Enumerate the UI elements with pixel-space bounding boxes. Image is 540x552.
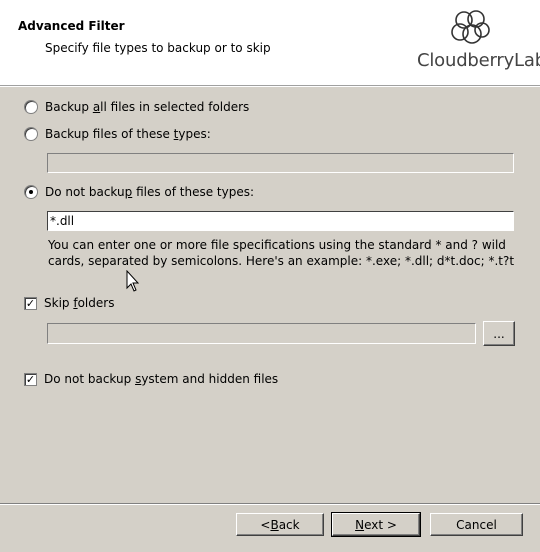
page-title: Advanced Filter xyxy=(18,19,125,33)
skip-folders-label: Skip folders xyxy=(44,296,115,310)
filetype-hint-text: You can enter one or more file specifica… xyxy=(48,238,515,268)
skip-folders-checkbox[interactable]: ✓ Skip folders xyxy=(24,296,114,310)
skip-types-field[interactable] xyxy=(47,211,514,231)
cloud-logo-icon xyxy=(451,10,490,44)
backup-all-label: Backup all files in selected folders xyxy=(45,100,250,114)
backup-types-field[interactable] xyxy=(47,153,514,173)
page-subtitle: Specify file types to backup or to skip xyxy=(45,41,271,55)
skip-types-radio[interactable]: Do not backup files of these types: xyxy=(24,185,254,199)
skip-system-files-checkbox[interactable]: ✓ Do not backup system and hidden files xyxy=(24,372,278,386)
back-button[interactable]: < Back xyxy=(236,513,324,536)
checkmark-icon[interactable]: ✓ xyxy=(24,296,37,310)
next-button[interactable]: Next > xyxy=(331,512,421,537)
radio-checked-icon[interactable] xyxy=(24,185,38,199)
mouse-cursor-icon xyxy=(126,270,140,292)
cancel-button[interactable]: Cancel xyxy=(430,513,523,536)
skip-types-label: Do not backup files of these types: xyxy=(45,185,255,199)
footer-divider xyxy=(0,503,540,505)
wizard-header: Advanced Filter Specify file types to ba… xyxy=(0,0,540,86)
checkmark-icon[interactable]: ✓ xyxy=(24,372,37,386)
browse-folders-button[interactable]: ... xyxy=(483,321,515,346)
radio-icon[interactable] xyxy=(24,100,38,114)
backup-types-radio[interactable]: Backup files of these types: xyxy=(24,127,211,141)
header-divider xyxy=(0,86,540,87)
logo-text: CloudberryLab xyxy=(417,50,540,71)
radio-icon[interactable] xyxy=(24,127,38,141)
cloudberry-logo: CloudberryLab xyxy=(412,8,540,78)
skip-types-input[interactable] xyxy=(48,212,513,230)
skip-folders-field[interactable] xyxy=(47,323,476,344)
backup-all-radio[interactable]: Backup all files in selected folders xyxy=(24,100,249,114)
skip-folders-input[interactable] xyxy=(48,324,475,343)
backup-types-label: Backup files of these types: xyxy=(45,127,211,141)
backup-types-input[interactable] xyxy=(48,154,513,172)
skip-system-files-label: Do not backup system and hidden files xyxy=(44,372,279,386)
